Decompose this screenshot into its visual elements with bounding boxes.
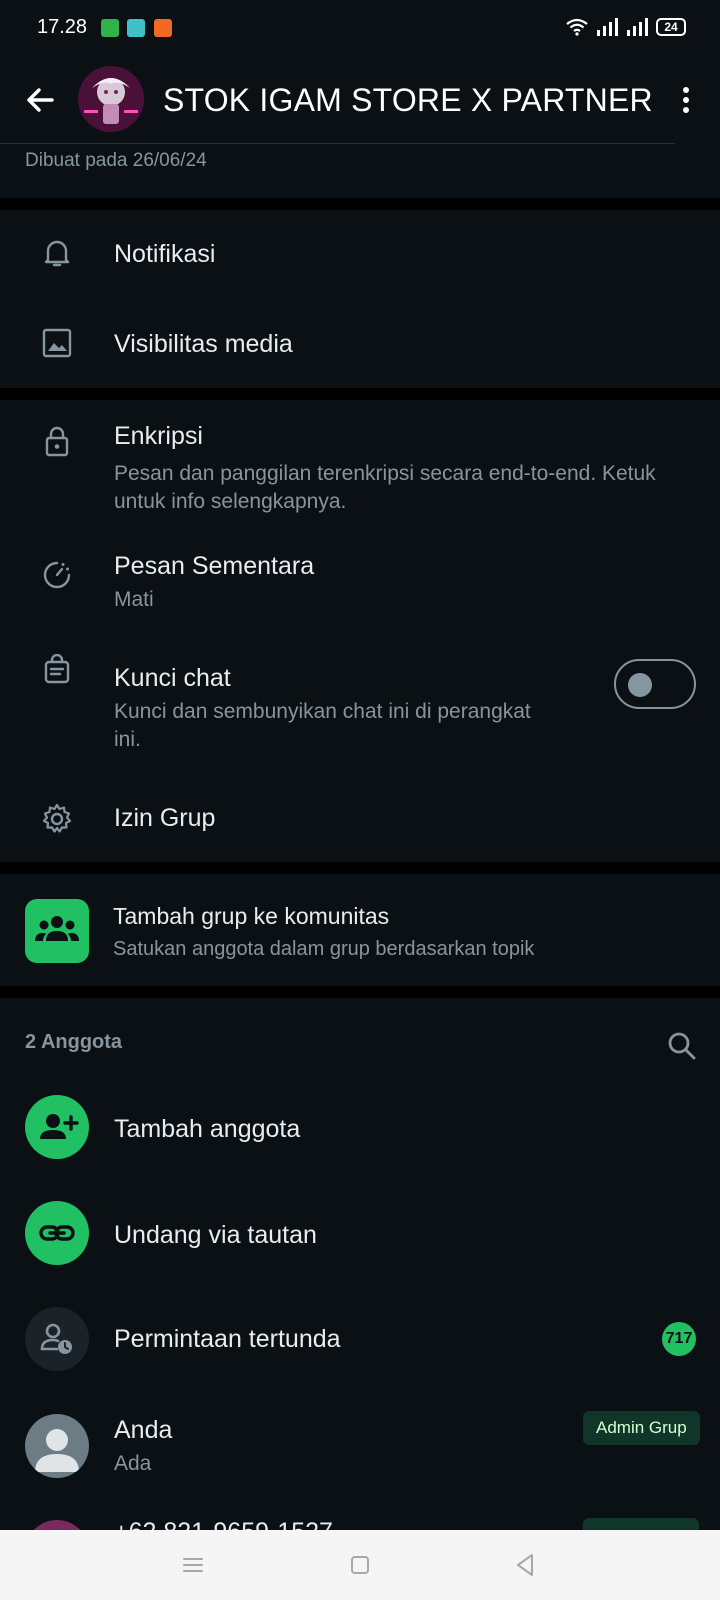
pending-requests-label: Permintaan tertunda [114,1325,341,1353]
timer-icon [43,561,71,589]
avatar[interactable] [25,1520,89,1530]
member-name: +62 821-9659-1527 [114,1518,333,1530]
gear-icon [42,803,72,833]
back-icon[interactable] [510,1550,540,1580]
link-icon [39,1225,75,1241]
media-visibility-row[interactable]: Visibilitas media [0,300,720,388]
system-navigation-bar [0,1530,720,1600]
add-to-community-label: Tambah grup ke komunitas [113,903,390,929]
community-icon [35,916,79,941]
created-date: Dibuat pada 26/06/24 [25,150,207,171]
group-permissions-row[interactable]: Izin Grup [0,778,720,862]
avatar[interactable] [25,1414,89,1478]
wifi-icon [566,18,588,36]
section-divider [0,986,720,998]
chat-lock-description: Kunci dan sembunyikan chat ini di perang… [114,700,531,751]
image-icon [42,328,72,358]
encryption-description: Pesan dan panggilan terenkripsi secara e… [114,462,656,513]
pending-requests-row[interactable]: Permintaan tertunda [0,1290,720,1386]
header-divider [0,143,675,144]
section-divider [0,388,720,400]
pending-requests-count: 717 [662,1322,696,1356]
signal-icon [627,18,648,36]
add-member-button[interactable] [25,1095,89,1159]
group-avatar[interactable] [78,66,144,132]
section-divider [0,862,720,874]
chat-lock-icon [44,654,70,684]
invite-link-label: Undang via tautan [114,1221,317,1249]
add-to-community-description: Satukan anggota dalam grup berdasarkan t… [113,938,535,960]
status-time: 17.28 [37,16,88,38]
chat-lock-toggle[interactable] [614,659,696,709]
more-options-icon[interactable] [670,84,702,116]
member-status: Ada [114,1452,152,1475]
members-count: 2 Anggota [25,1031,123,1053]
chat-app-icon [127,19,145,37]
add-person-icon [40,1114,79,1139]
add-member-row[interactable]: Tambah anggota [0,1080,720,1176]
signal-icon [597,18,618,36]
bell-icon [44,240,70,267]
lock-icon [45,426,69,457]
notifications-label: Notifikasi [114,240,216,268]
shop-app-icon [154,19,172,37]
home-icon[interactable] [345,1550,375,1580]
status-bar: 17.28 24 [0,0,720,56]
chat-lock-row[interactable]: Kunci chat Kunci dan sembunyikan chat in… [0,648,720,778]
invite-link-button[interactable] [25,1201,89,1265]
group-permissions-label: Izin Grup [114,804,216,832]
community-tile[interactable] [25,899,89,963]
battery-icon: 24 [656,18,686,36]
add-member-label: Tambah anggota [114,1115,301,1143]
encryption-label: Enkripsi [114,422,203,450]
admin-badge [583,1518,699,1530]
recent-apps-icon[interactable] [178,1550,208,1580]
disappearing-messages-row[interactable]: Pesan Sementara Mati [0,528,720,648]
group-title: STOK IGAM STORE X PARTNER [163,82,653,118]
encryption-row[interactable]: Enkripsi Pesan dan panggilan terenkripsi… [0,400,720,528]
back-arrow-icon[interactable] [22,82,58,118]
disappearing-messages-label: Pesan Sementara [114,552,315,580]
section-divider [0,198,720,210]
media-visibility-label: Visibilitas media [114,330,293,358]
chat-lock-label: Kunci chat [114,664,231,692]
pending-requests-icon-container [25,1307,89,1371]
disappearing-messages-status: Mati [114,588,154,611]
group-info-header: STOK IGAM STORE X PARTNER [0,56,720,144]
toggle-knob [628,673,652,697]
notifications-row[interactable]: Notifikasi [0,210,720,300]
person-clock-icon [40,1323,72,1354]
default-avatar-icon [35,1429,79,1472]
member-name: Anda [114,1416,173,1444]
admin-badge: Admin Grup [583,1411,700,1445]
sim-app-icon [101,19,119,37]
search-icon[interactable] [666,1030,698,1062]
invite-link-row[interactable]: Undang via tautan [0,1185,720,1281]
add-to-community-row[interactable]: Tambah grup ke komunitas Satukan anggota… [0,874,720,986]
